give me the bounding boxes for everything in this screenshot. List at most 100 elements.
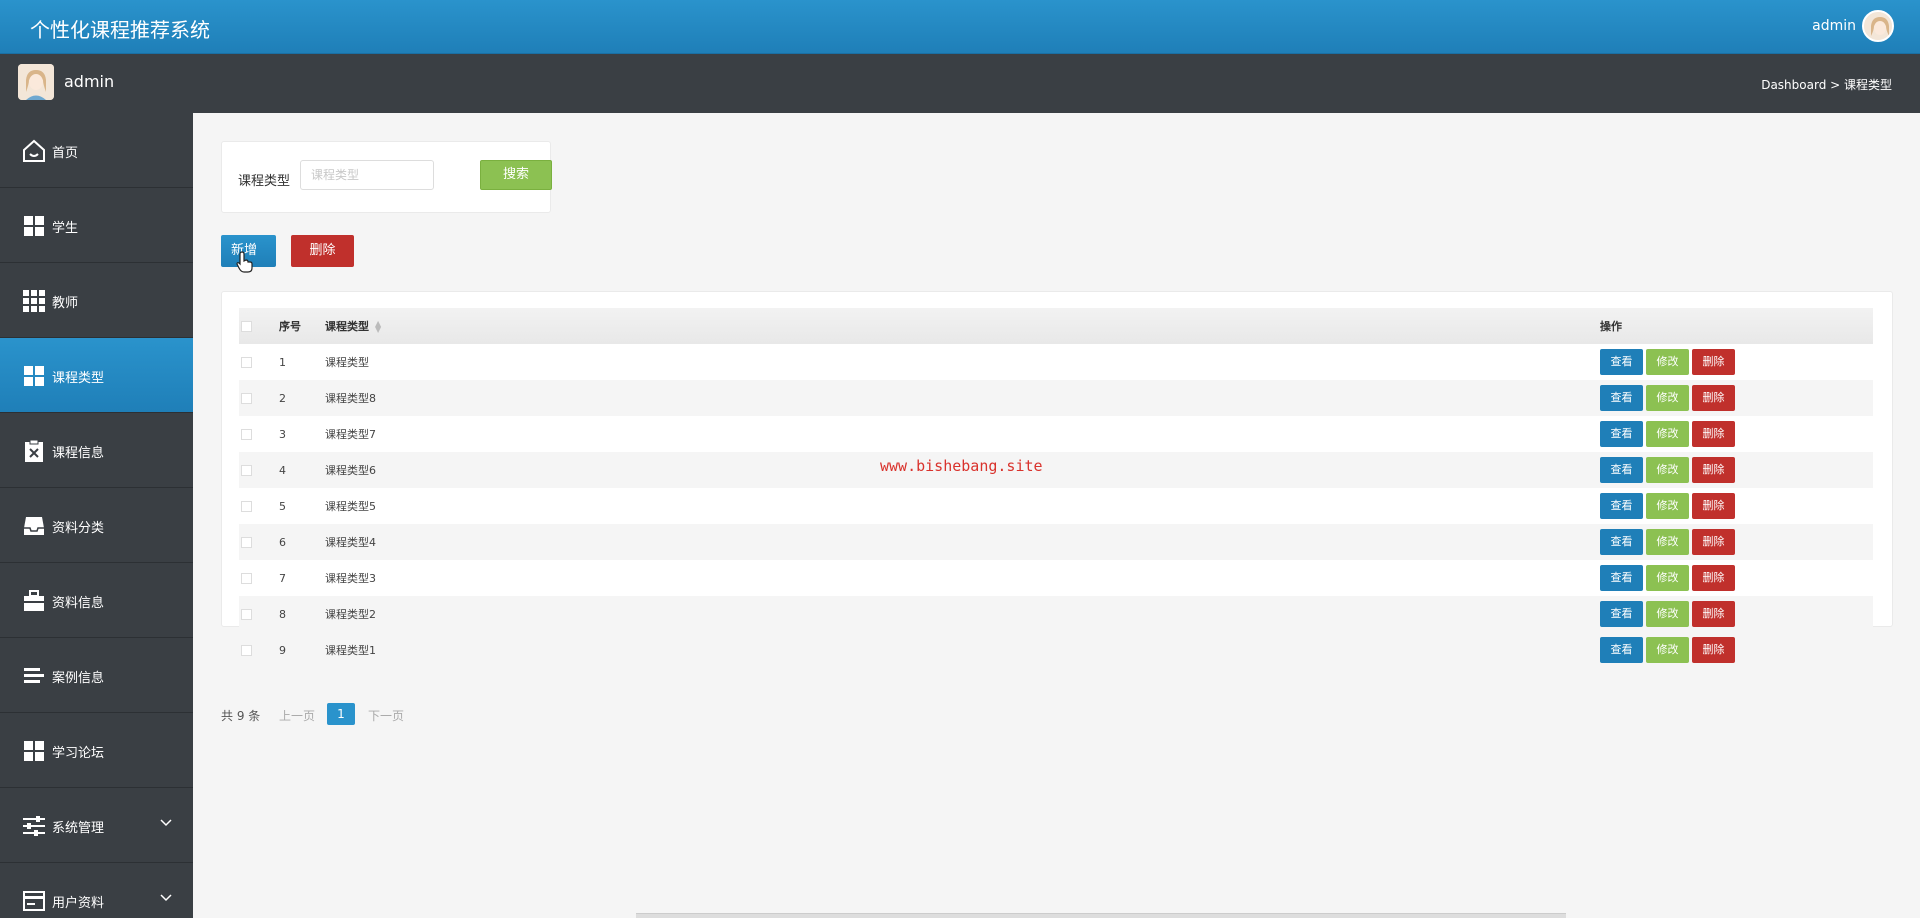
table-row: 7 课程类型3 查看 修改 删除 (239, 560, 1873, 596)
header-avatar[interactable] (1862, 10, 1894, 42)
delete-button[interactable]: 删除 (1692, 421, 1735, 447)
pagination-next[interactable]: 下一页 (368, 707, 404, 724)
briefcase-icon (24, 590, 44, 611)
select-all-checkbox[interactable] (241, 321, 252, 332)
row-checkbox[interactable] (241, 537, 252, 548)
delete-button[interactable]: 删除 (1692, 349, 1735, 375)
view-button[interactable]: 查看 (1600, 637, 1643, 663)
search-input[interactable] (300, 160, 434, 190)
sidebar-item-forum[interactable]: 学习论坛 (0, 713, 193, 788)
edit-button[interactable]: 修改 (1646, 421, 1689, 447)
edit-button[interactable]: 修改 (1646, 637, 1689, 663)
row-index: 2 (279, 391, 286, 405)
view-button[interactable]: 查看 (1600, 457, 1643, 483)
edit-button[interactable]: 修改 (1646, 493, 1689, 519)
sidebar-item-user-profile[interactable]: 用户资料 (0, 863, 193, 918)
sidebar-item-case-info[interactable]: 案例信息 (0, 638, 193, 713)
row-checkbox[interactable] (241, 501, 252, 512)
delete-button[interactable]: 删除 (1692, 529, 1735, 555)
sidebar: 首页 学生 教师 课程类型 课程信息 资料分类 资料信息 案例信息 学习论坛 系… (0, 113, 193, 918)
row-course-type: 课程类型7 (325, 428, 376, 441)
clipboard-x-icon (25, 439, 43, 462)
chevron-down-icon (160, 819, 172, 827)
header-user-name[interactable]: admin (1812, 18, 1856, 34)
row-checkbox[interactable] (241, 429, 252, 440)
grid-icon (24, 216, 44, 236)
sidebar-item-label: 资料分类 (52, 521, 105, 536)
home-icon (23, 139, 45, 162)
row-course-type: 课程类型 (325, 356, 369, 369)
watermark: www.bishebang.site (880, 457, 1043, 475)
sidebar-item-system-management[interactable]: 系统管理 (0, 788, 193, 863)
row-checkbox[interactable] (241, 573, 252, 584)
column-header-actions: 操作 (1600, 320, 1622, 333)
row-course-type: 课程类型5 (325, 500, 376, 513)
sidebar-item-label: 系统管理 (52, 821, 105, 836)
row-course-type: 课程类型4 (325, 536, 376, 549)
table-row: 1 课程类型 查看 修改 删除 (239, 344, 1873, 380)
row-index: 1 (279, 355, 286, 369)
row-course-type: 课程类型3 (325, 572, 376, 585)
list-icon (24, 668, 44, 683)
edit-button[interactable]: 修改 (1646, 385, 1689, 411)
table-row: 4 课程类型6 查看 修改 删除 (239, 452, 1873, 488)
view-button[interactable]: 查看 (1600, 385, 1643, 411)
table-row: 8 课程类型2 查看 修改 删除 (239, 596, 1873, 632)
edit-button[interactable]: 修改 (1646, 529, 1689, 555)
sidebar-avatar[interactable] (18, 64, 54, 100)
row-checkbox[interactable] (241, 357, 252, 368)
delete-button[interactable]: 删除 (1692, 565, 1735, 591)
row-checkbox[interactable] (241, 465, 252, 476)
row-course-type: 课程类型8 (325, 392, 376, 405)
table-row: 6 课程类型4 查看 修改 删除 (239, 524, 1873, 560)
search-button[interactable]: 搜索 (480, 160, 552, 190)
delete-button[interactable]: 删除 (1692, 637, 1735, 663)
sidebar-item-label: 案例信息 (52, 671, 105, 686)
sidebar-item-course-types[interactable]: 课程类型 (0, 338, 193, 413)
sliders-icon (23, 816, 45, 836)
column-header-course-type[interactable]: 课程类型 ▲ ▼ (325, 308, 1600, 344)
sidebar-item-label: 用户资料 (52, 896, 105, 911)
view-button[interactable]: 查看 (1600, 529, 1643, 555)
sidebar-item-home[interactable]: 首页 (0, 113, 193, 188)
view-button[interactable]: 查看 (1600, 565, 1643, 591)
sidebar-item-teachers[interactable]: 教师 (0, 263, 193, 338)
delete-button[interactable]: 删除 (1692, 601, 1735, 627)
row-checkbox[interactable] (241, 645, 252, 656)
row-index: 7 (279, 571, 286, 585)
edit-button[interactable]: 修改 (1646, 457, 1689, 483)
pagination-page-current[interactable]: 1 (327, 703, 355, 725)
data-table-panel: 序号 课程类型 ▲ ▼ 操作 1 课程类型 查看 修改 删除 2 课程类型8 查看 修改 删除 3 课程类… (221, 291, 1893, 663)
view-button[interactable]: 查看 (1600, 601, 1643, 627)
edit-button[interactable]: 修改 (1646, 565, 1689, 591)
row-course-type: 课程类型1 (325, 644, 376, 657)
hand-cursor-icon (236, 251, 253, 273)
delete-button[interactable]: 删除 (1692, 493, 1735, 519)
sidebar-item-material-categories[interactable]: 资料分类 (0, 488, 193, 563)
sidebar-item-course-info[interactable]: 课程信息 (0, 413, 193, 488)
view-button[interactable]: 查看 (1600, 421, 1643, 447)
sidebar-item-material-info[interactable]: 资料信息 (0, 563, 193, 638)
view-button[interactable]: 查看 (1600, 493, 1643, 519)
card-icon (23, 891, 45, 911)
breadcrumb[interactable]: Dashboard > 课程类型 (1761, 76, 1892, 93)
batch-delete-button[interactable]: 删除 (291, 235, 354, 267)
sidebar-item-students[interactable]: 学生 (0, 188, 193, 263)
horizontal-scrollbar[interactable] (636, 913, 1566, 918)
course-type-table: 序号 课程类型 ▲ ▼ 操作 1 课程类型 查看 修改 删除 2 课程类型8 查看 修改 删除 3 课程类… (239, 308, 1873, 668)
row-index: 4 (279, 463, 286, 477)
sidebar-item-label: 首页 (52, 146, 79, 161)
row-checkbox[interactable] (241, 609, 252, 620)
delete-button[interactable]: 删除 (1692, 457, 1735, 483)
row-index: 6 (279, 535, 286, 549)
edit-button[interactable]: 修改 (1646, 601, 1689, 627)
view-button[interactable]: 查看 (1600, 349, 1643, 375)
pagination-prev[interactable]: 上一页 (279, 707, 315, 724)
sort-icon[interactable]: ▲ ▼ (375, 320, 381, 334)
chevron-down-icon (160, 894, 172, 902)
delete-button[interactable]: 删除 (1692, 385, 1735, 411)
row-checkbox[interactable] (241, 393, 252, 404)
sidebar-item-label: 教师 (52, 296, 79, 311)
grid-icon (24, 366, 44, 386)
edit-button[interactable]: 修改 (1646, 349, 1689, 375)
